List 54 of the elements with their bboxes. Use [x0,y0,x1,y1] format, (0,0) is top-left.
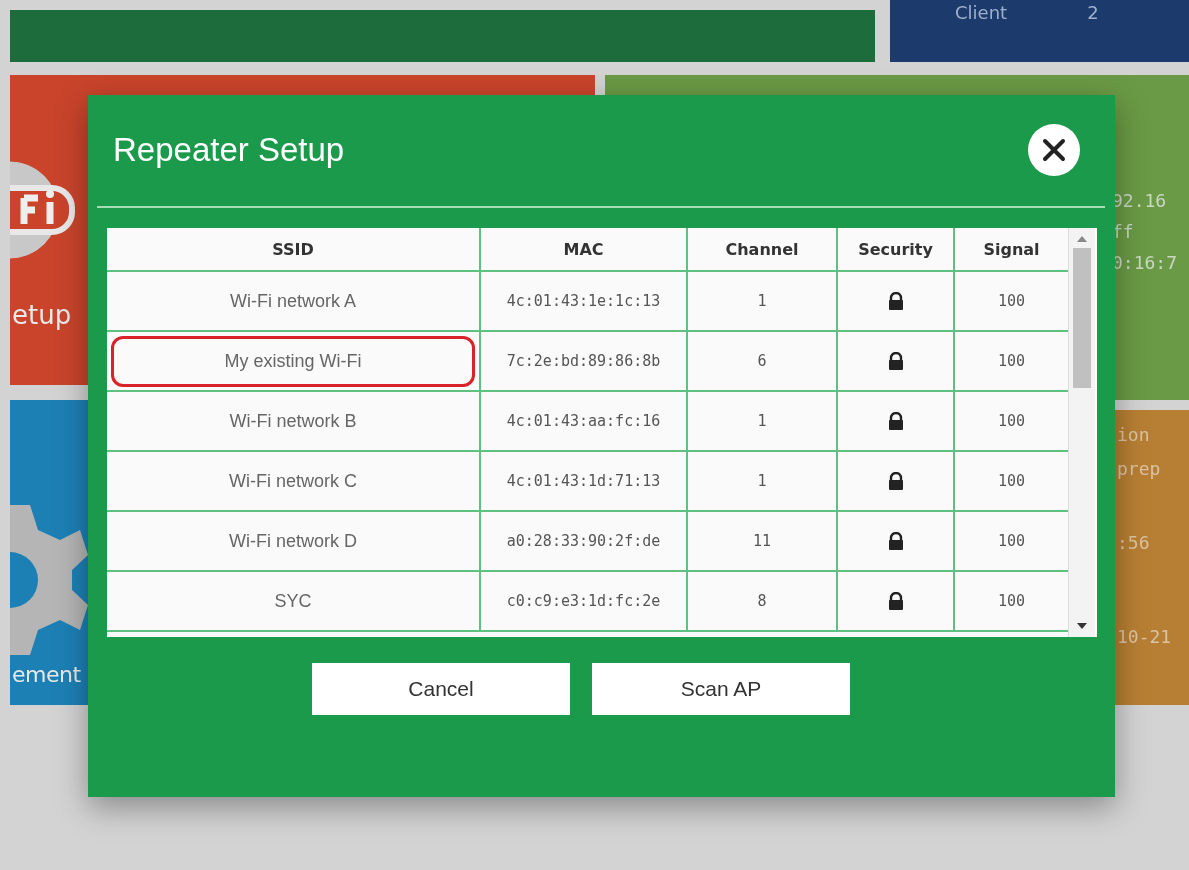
scan-button[interactable]: Scan AP [592,663,850,715]
channel-cell: 1 [688,272,838,330]
close-icon[interactable] [1028,124,1080,176]
mac-cell: 4c:01:43:1e:1c:13 [481,272,688,330]
client-tile[interactable]: Client 2 [890,0,1189,62]
column-header: SSID [107,228,481,270]
tile-label: etup [11,300,73,330]
ssid-cell-text: Wi-Fi network D [228,529,358,553]
mac-cell: 4c:01:43:1d:71:13 [481,452,688,510]
mac-cell: c0:c9:e3:1d:fc:2e [481,572,688,630]
tile-text: ion [1117,423,1151,447]
scroll-up-icon[interactable] [1077,236,1087,242]
column-header: Security [838,228,955,270]
network-row[interactable]: Wi-Fi network B 4c:01:43:aa:fc:16 1 100 [107,392,1068,452]
mac-cell: a0:28:33:90:2f:de [481,512,688,570]
scrollbar[interactable] [1068,228,1095,637]
tile-label: ement [11,661,82,689]
network-row[interactable]: Wi-Fi network A 4c:01:43:1e:1c:13 1 100 [107,272,1068,332]
signal-cell-text: 100 [996,591,1027,612]
tile-text: ff [1112,220,1135,244]
column-header: Signal [982,238,1041,261]
tile-text: :56 [1117,531,1151,555]
signal-cell-text: 100 [996,411,1027,432]
tile-text: Client [955,1,1008,25]
signal-cell-text: 100 [996,351,1027,372]
channel-cell: 8 [688,572,838,630]
channel-cell: 1 [688,452,838,510]
cancel-button[interactable]: Cancel [312,663,570,715]
tile-text: 2 [1087,1,1099,25]
network-row[interactable]: My existing Wi-Fi 7c:2e:bd:89:86:8b 6 100 [107,332,1068,392]
scroll-down-icon[interactable] [1077,623,1087,629]
mac-cell: 7c:2e:bd:89:86:8b [481,332,688,390]
column-header: MAC [481,228,688,270]
signal-cell-text: 100 [996,291,1027,312]
ssid-cell-text: Wi-Fi network C [228,469,358,493]
network-row[interactable]: SYC c0:c9:e3:1d:fc:2e 8 100 [107,572,1068,632]
tile-text: prep [1117,457,1162,481]
channel-cell: 6 [688,332,838,390]
tile-text: 10-21 [1117,625,1173,649]
column-header: Channel [688,228,838,270]
ssid-cell-text: Wi-Fi network B [228,409,358,433]
network-row[interactable]: Wi-Fi network D a0:28:33:90:2f:de 11 100 [107,512,1068,572]
signal-cell-text: 100 [996,531,1027,552]
dialog-title: Repeater Setup [113,131,345,169]
scroll-thumb[interactable] [1073,248,1091,388]
ssid-cell-text: SYC [273,589,313,613]
channel-cell: 1 [688,392,838,450]
network-row[interactable]: Wi-Fi network C 4c:01:43:1d:71:13 1 100 [107,452,1068,512]
tile[interactable] [10,10,875,62]
channel-cell: 11 [688,512,838,570]
ssid-cell-text: Wi-Fi network A [229,289,357,313]
signal-cell-text: 100 [996,471,1027,492]
ssid-cell: My existing Wi-Fi [111,335,475,387]
mac-cell: 4c:01:43:aa:fc:16 [481,392,688,450]
